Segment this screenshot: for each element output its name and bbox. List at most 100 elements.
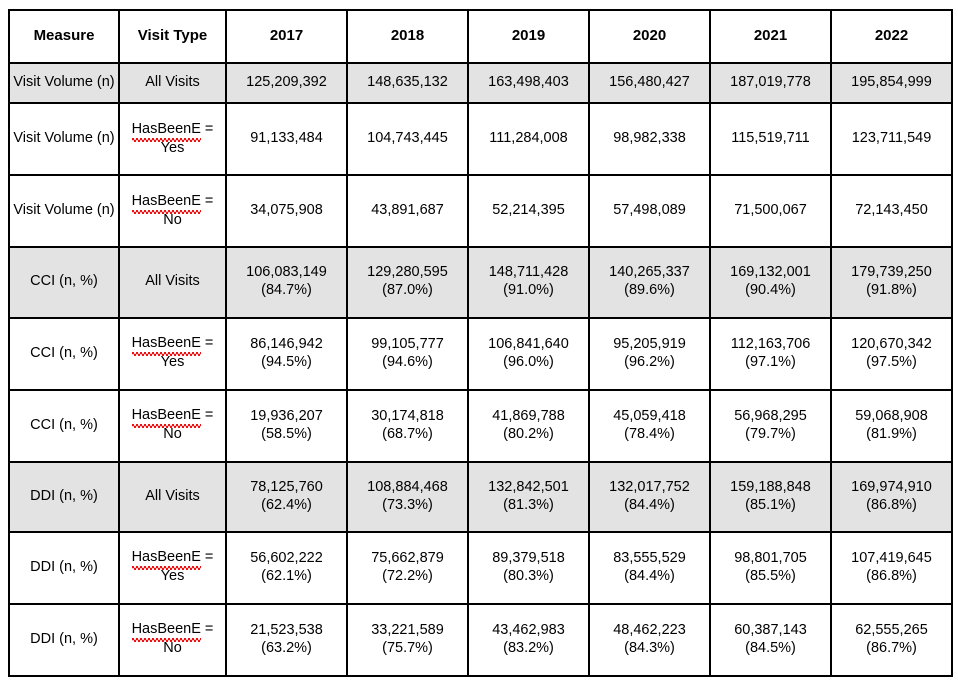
value-count: 108,884,468 [367,478,448,495]
value-count: 41,869,788 [492,407,565,424]
column-header-2022: 2022 [830,9,953,64]
value-count: 72,143,450 [855,202,928,219]
cell-measure: DDI (n, %) [8,530,120,605]
value-count: 19,936,207 [250,407,323,424]
value-percent: (80.3%) [503,567,554,584]
cell-value-2021: 187,019,778 [709,61,832,105]
column-header-2019: 2019 [467,9,590,64]
value-percent: (84.4%) [624,567,675,584]
value-count: 30,174,818 [371,407,444,424]
cell-measure: CCI (n, %) [8,246,120,319]
value-count: 83,555,529 [613,549,686,566]
cell-visit-type: All Visits [118,61,227,105]
cell-value-2017: 34,075,908 [225,174,348,249]
cell-visit-type: HasBeenE = No [118,388,227,463]
cell-value-2021: 112,163,706 (97.1%) [709,316,832,391]
cell-value-2022: 59,068,908 (81.9%) [830,388,953,463]
header-row: Measure Visit Type 2017 2018 2019 2020 2… [8,9,953,64]
cell-value-2022: 169,974,910 (86.8%) [830,460,953,533]
cell-measure: Visit Volume (n) [8,61,120,105]
value-count: 129,280,595 [367,264,448,281]
cell-value-2021: 159,188,848 (85.1%) [709,460,832,533]
column-header-2021: 2021 [709,9,832,64]
value-percent: (78.4%) [624,425,675,442]
cell-value-2022: 72,143,450 [830,174,953,249]
value-percent: (84.5%) [745,639,796,656]
visit-type-value: All Visits [145,74,200,91]
cell-value-2017: 21,523,538 (63.2%) [225,602,348,678]
cell-value-2019: 111,284,008 [467,102,590,177]
visit-type-value: Yes [160,354,185,371]
table-row: CCI (n, %) All Visits 106,083,149 (84.7%) 12… [8,246,953,319]
visit-type-value: All Visits [145,487,200,504]
cell-value-2019: 52,214,395 [467,174,590,249]
value-count: 106,841,640 [488,335,569,352]
value-percent: (73.3%) [382,496,433,513]
value-percent: (81.3%) [503,496,554,513]
cell-visit-type: HasBeenE = No [118,602,227,678]
table-header: Measure Visit Type 2017 2018 2019 2020 2… [8,9,953,64]
value-count: 179,739,250 [851,264,932,281]
table-row: DDI (n, %) HasBeenE = No 21,523,538 (63.2%) 3… [8,602,953,678]
value-percent: (97.5%) [866,353,917,370]
visit-type-field-line: HasBeenE = [123,121,222,142]
cell-measure: CCI (n, %) [8,388,120,463]
cell-visit-type: HasBeenE = Yes [118,530,227,605]
visit-type-value: No [163,211,182,228]
value-percent: (94.6%) [382,353,433,370]
value-count: 106,083,149 [246,264,327,281]
cell-visit-type: HasBeenE = No [118,174,227,249]
cell-measure: DDI (n, %) [8,460,120,533]
value-count: 148,711,428 [488,264,569,281]
cell-value-2022: 62,555,265 (86.7%) [830,602,953,678]
visit-type-field-line: HasBeenE = [123,335,222,357]
value-count: 98,801,705 [734,549,807,566]
value-percent: (87.0%) [382,282,433,299]
cell-value-2021: 56,968,295 (79.7%) [709,388,832,463]
cell-value-2018: 33,221,589 (75.7%) [346,602,469,678]
value-count: 75,662,879 [371,549,444,566]
spellcheck-underline-token: HasBeenE [131,121,202,142]
value-count: 21,523,538 [250,621,323,638]
value-count: 52,214,395 [492,202,565,219]
value-count: 56,602,222 [250,549,323,566]
cell-value-2018: 99,105,777 (94.6%) [346,316,469,391]
cell-value-2022: 195,854,999 [830,61,953,105]
value-count: 156,480,427 [609,74,690,91]
visit-type-field-line: HasBeenE = [123,193,222,214]
value-count: 33,221,589 [371,621,444,638]
value-count: 169,132,001 [730,264,811,281]
table-row: DDI (n, %) All Visits 78,125,760 (62.4%) 108… [8,460,953,533]
cell-value-2022: 120,670,342 (97.5%) [830,316,953,391]
table-row: CCI (n, %) HasBeenE = Yes 86,146,942 (94.5%)… [8,316,953,391]
cell-value-2018: 30,174,818 (68.7%) [346,388,469,463]
cell-value-2017: 56,602,222 (62.1%) [225,530,348,605]
value-percent: (86.8%) [866,496,917,513]
value-count: 132,017,752 [609,478,690,495]
value-count: 98,982,338 [613,130,686,147]
column-header-measure: Measure [8,9,120,64]
cell-value-2017: 19,936,207 (58.5%) [225,388,348,463]
cell-value-2017: 78,125,760 (62.4%) [225,460,348,533]
visit-type-value: No [163,426,182,443]
value-count: 43,462,983 [492,621,565,638]
visit-type-field-line: HasBeenE = [123,407,222,429]
value-percent: (80.2%) [503,425,554,442]
value-count: 115,519,711 [731,130,810,147]
value-percent: (84.4%) [624,496,675,513]
value-percent: (96.2%) [624,353,675,370]
cell-value-2017: 86,146,942 (94.5%) [225,316,348,391]
value-count: 86,146,942 [250,335,323,352]
value-count: 187,019,778 [730,74,811,91]
table-body: Visit Volume (n) All Visits 125,209,392 148… [8,61,953,678]
metrics-table-container: Measure Visit Type 2017 2018 2019 2020 2… [8,9,953,678]
value-count: 163,498,403 [488,74,569,91]
cell-value-2018: 129,280,595 (87.0%) [346,246,469,319]
cell-visit-type: All Visits [118,246,227,319]
cell-value-2021: 60,387,143 (84.5%) [709,602,832,678]
visit-type-value: All Visits [145,273,200,290]
cell-value-2019: 43,462,983 (83.2%) [467,602,590,678]
cell-value-2022: 179,739,250 (91.8%) [830,246,953,319]
value-count: 169,974,910 [851,478,932,495]
value-percent: (89.6%) [624,282,675,299]
